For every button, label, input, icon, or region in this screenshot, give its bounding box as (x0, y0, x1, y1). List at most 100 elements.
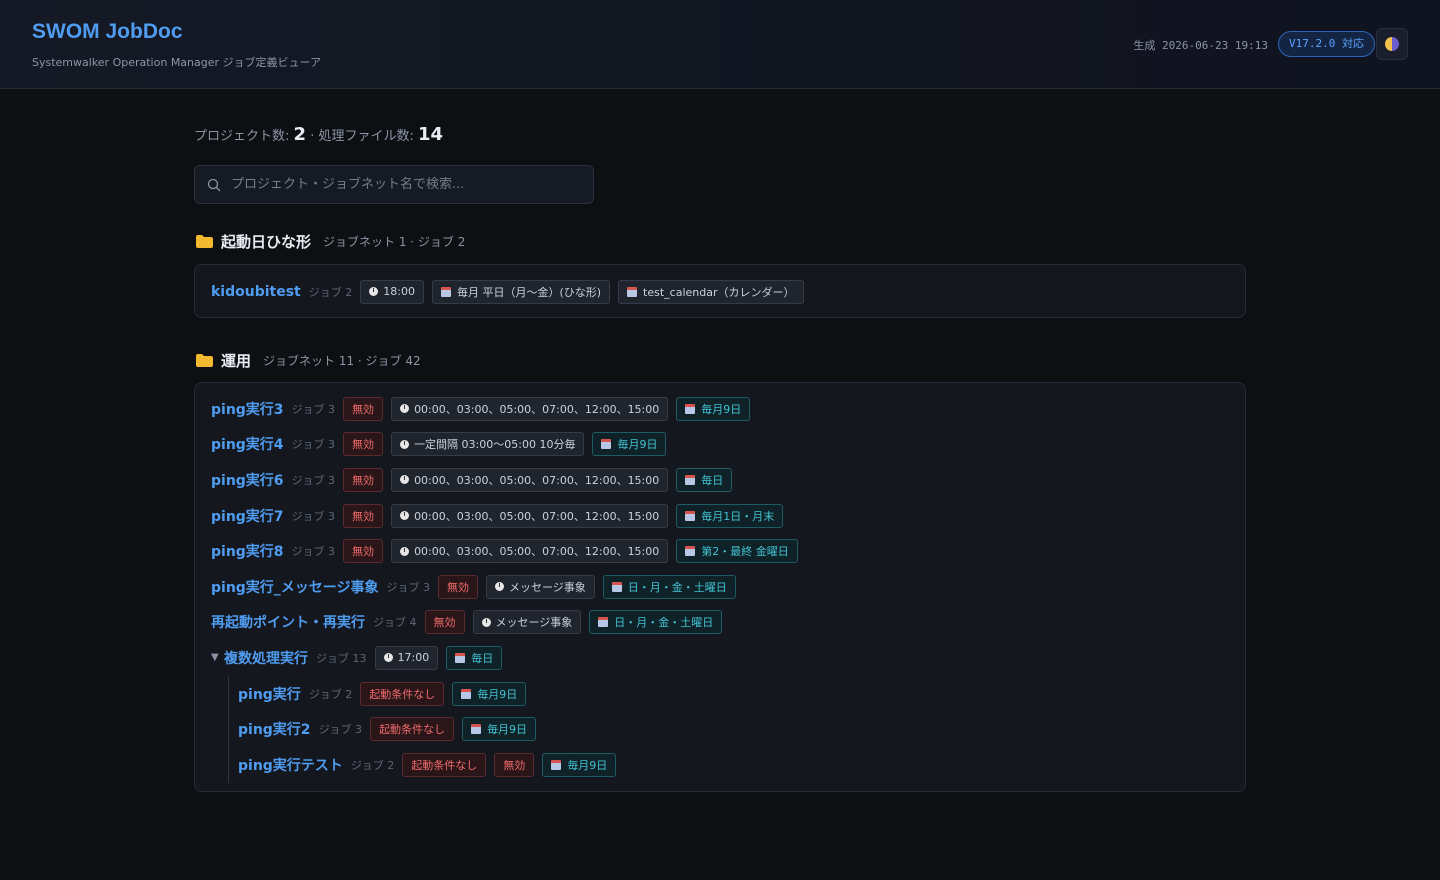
jobnet-row: ping実行8 ジョブ 3 無効 00:00、03:00、05:00、07:00… (211, 533, 1229, 569)
calendar-chip: 毎日 (446, 645, 503, 670)
calendar-label: 毎月9日 (701, 402, 742, 416)
clock-icon (383, 653, 393, 663)
collapse-toggle-icon[interactable]: ▼ (211, 652, 224, 663)
search-icon (207, 178, 221, 191)
jobnet-name[interactable]: ping実行_メッセージ事象 (211, 577, 379, 597)
calendar-label: 毎日 (471, 651, 494, 665)
calendar-icon (685, 510, 696, 521)
calendar-label: 毎月9日 (477, 687, 518, 701)
project-header[interactable]: 起動日ひな形 ジョブネット 1 · ジョブ 2 (194, 230, 1246, 252)
jobnet-name[interactable]: ping実行2 (238, 719, 311, 739)
app-subtitle: Systemwalker Operation Manager ジョブ定義ビューア (32, 56, 322, 69)
calendar-label: 毎月 平日（月〜金）(ひな形) (456, 285, 602, 299)
calendar-icon (601, 439, 612, 450)
status-badge: 無効 (438, 574, 479, 599)
schedule-time: 00:00、03:00、05:00、07:00、12:00、15:00 (414, 402, 660, 416)
folder-icon (196, 234, 213, 248)
jobnet-row: ping実行7 ジョブ 3 無効 00:00、03:00、05:00、07:00… (211, 498, 1229, 534)
stats-separator: · (310, 129, 315, 144)
job-count: ジョブ 3 (291, 545, 336, 559)
search-box[interactable] (194, 165, 594, 204)
calendar-label: 毎月9日 (617, 438, 658, 452)
status-badge: 無効 (343, 539, 384, 564)
schedule-time: メッセージ事象 (509, 580, 586, 594)
calendar-label: 毎日 (701, 473, 724, 487)
calendar-chip: 毎月9日 (542, 752, 617, 777)
job-count: ジョブ 4 (373, 616, 417, 630)
schedule-time: 00:00、03:00、05:00、07:00、12:00、15:00 (414, 473, 660, 487)
app-title[interactable]: SWOM JobDoc (32, 20, 183, 44)
jobnet-row: ping実行4 ジョブ 3 無効 一定間隔 03:00〜05:00 10分毎 毎… (211, 427, 1229, 463)
schedule-time-chip: 一定間隔 03:00〜05:00 10分毎 (391, 432, 585, 457)
calendar-icon (685, 474, 696, 485)
jobnet-name[interactable]: ping実行6 (211, 470, 284, 490)
clock-icon (400, 511, 410, 521)
jobnet-row: ping実行_メッセージ事象 ジョブ 3 無効 メッセージ事象 日・月・金・土曜… (211, 569, 1229, 605)
jobnet-name[interactable]: ping実行 (238, 684, 301, 704)
schedule-time-chip: メッセージ事象 (486, 574, 595, 599)
status-badge: 無効 (343, 467, 384, 492)
calendar-chip: 毎月 平日（月〜金）(ひな形) (431, 279, 611, 304)
jobnet-row: 再起動ポイント・再実行 ジョブ 4 無効 メッセージ事象 日・月・金・土曜日 (211, 605, 1229, 641)
clock-icon (400, 546, 410, 556)
project-header[interactable]: 運用 ジョブネット 11 · ジョブ 42 (194, 349, 1246, 371)
jobnet-name[interactable]: ping実行3 (211, 399, 284, 419)
job-count: ジョブ 2 (350, 758, 395, 772)
projects-label: プロジェクト数: (194, 129, 290, 144)
status-badge: 無効 (343, 503, 384, 528)
schedule-time: 00:00、03:00、05:00、07:00、12:00、15:00 (414, 545, 660, 559)
calendar-icon (471, 724, 482, 735)
status-badge: 無効 (343, 432, 384, 457)
clock-icon (369, 287, 379, 297)
calendar-chip: 第2・最終 金曜日 (676, 539, 798, 564)
status-badge: 起動条件なし (360, 681, 445, 706)
project-name: 起動日ひな形 (221, 232, 312, 251)
schedule-time-chip: 17:00 (374, 645, 439, 670)
calendar-chip: 毎月9日 (462, 717, 537, 742)
job-count: ジョブ 3 (291, 402, 336, 416)
jobnet-name[interactable]: kidoubitest (211, 284, 301, 300)
calendar-icon (455, 652, 466, 663)
schedule-time: 17:00 (397, 651, 430, 665)
jobnet-name[interactable]: ping実行4 (211, 434, 284, 454)
folder-icon (196, 353, 213, 367)
calendar-label: 第2・最終 金曜日 (701, 545, 789, 559)
job-count: ジョブ 13 (316, 651, 367, 665)
calendar-icon (611, 581, 622, 592)
clock-icon (400, 439, 410, 449)
clock-icon (400, 404, 410, 414)
calendar-chip: test_calendar（カレンダー） (618, 279, 804, 304)
project-name: 運用 (221, 351, 252, 370)
calendar-icon (627, 286, 638, 297)
jobnet-name[interactable]: ping実行7 (211, 506, 284, 526)
jobnet-row: ping実行テスト ジョブ 2 起動条件なし 無効 毎月9日 (211, 747, 1229, 783)
status-badge: 起動条件なし (402, 752, 487, 777)
clock-icon (400, 475, 410, 485)
jobnet-name[interactable]: ping実行8 (211, 541, 284, 561)
schedule-time: 18:00 (383, 285, 415, 299)
job-count: ジョブ 3 (291, 473, 336, 487)
calendar-chip: 日・月・金・土曜日 (602, 574, 736, 599)
calendar-chip: 日・月・金・土曜日 (589, 610, 723, 635)
calendar-chip: 毎月9日 (452, 681, 527, 706)
jobnet-list: kidoubitest ジョブ 2 18:00 毎月 平日（月〜金）(ひな形) … (194, 264, 1246, 318)
schedule-time: メッセージ事象 (495, 616, 573, 630)
schedule-time-chip: 00:00、03:00、05:00、07:00、12:00、15:00 (391, 396, 669, 421)
jobnet-row: ping実行3 ジョブ 3 無効 00:00、03:00、05:00、07:00… (211, 391, 1229, 427)
job-count: ジョブ 3 (318, 723, 363, 737)
theme-toggle-button[interactable] (1376, 28, 1408, 60)
jobnet-row: ping実行 ジョブ 2 起動条件なし 毎月9日 (211, 676, 1229, 712)
projects-count: 2 (293, 124, 307, 145)
jobnet-name[interactable]: ping実行テスト (238, 755, 343, 775)
schedule-time-chip: 00:00、03:00、05:00、07:00、12:00、15:00 (391, 503, 669, 528)
calendar-label: 毎月1日・月末 (701, 509, 775, 523)
calendar-chip: 毎月1日・月末 (676, 503, 784, 528)
calendar-chip: 毎月9日 (676, 396, 751, 421)
jobnet-name[interactable]: 複数処理実行 (224, 648, 308, 668)
schedule-time-chip: 00:00、03:00、05:00、07:00、12:00、15:00 (391, 467, 669, 492)
jobnet-name[interactable]: 再起動ポイント・再実行 (211, 612, 365, 632)
jobnet-row: ping実行6 ジョブ 3 無効 00:00、03:00、05:00、07:00… (211, 462, 1229, 498)
search-input[interactable] (231, 177, 571, 192)
schedule-time-chip: 18:00 (360, 279, 424, 304)
job-count: ジョブ 3 (291, 438, 336, 452)
